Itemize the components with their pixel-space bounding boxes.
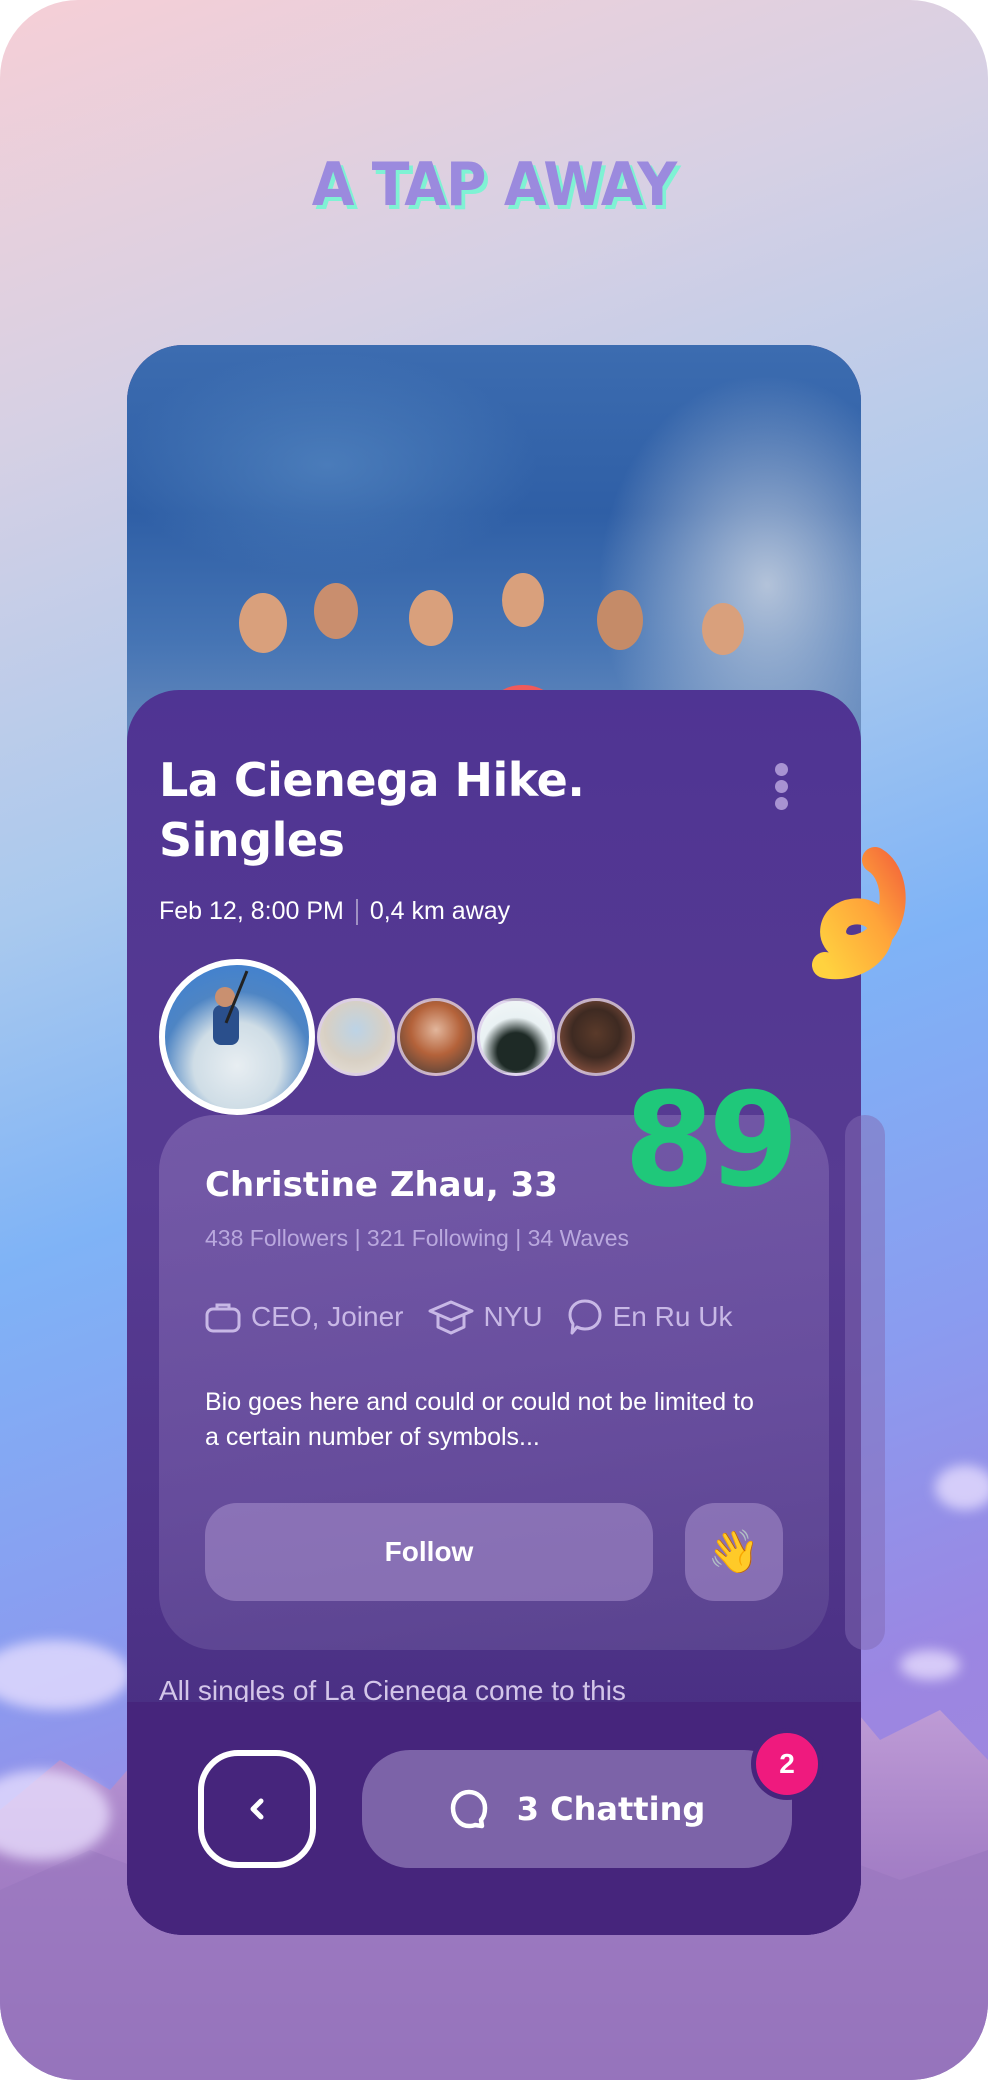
back-button[interactable] — [198, 1750, 316, 1868]
chevron-left-icon — [250, 1798, 264, 1820]
briefcase-icon — [205, 1303, 241, 1333]
event-date-time: Feb 12, 8:00 PM — [159, 897, 344, 925]
tag-education: NYU — [428, 1299, 543, 1335]
profile-name: Christine Zhau, 33 — [205, 1165, 558, 1205]
waving-hand-icon: 👋 — [707, 1527, 761, 1575]
swirl-decoration — [812, 847, 906, 980]
chat-bubble-icon — [450, 1789, 487, 1829]
event-title-line1: La Cienega Hike. — [159, 753, 585, 807]
profile-bio: Bio goes here and could or could not be … — [205, 1388, 754, 1451]
chatting-label: 3 Chatting — [516, 1790, 706, 1828]
tag-occupation: CEO, Joiner — [205, 1301, 404, 1333]
participant-avatar[interactable] — [477, 998, 555, 1076]
event-meta: Feb 12, 8:00 PM 0,4 km away — [159, 897, 510, 926]
graduation-cap-icon — [428, 1300, 473, 1335]
event-distance: 0,4 km away — [369, 897, 511, 925]
more-vertical-icon — [774, 763, 788, 776]
headline: A TAP AWAY — [311, 150, 677, 220]
participant-avatar[interactable] — [397, 998, 475, 1076]
match-score: 89 — [624, 1064, 799, 1216]
event-title: La Cienega Hike. Singles — [159, 750, 679, 870]
wakeboarder — [213, 1005, 239, 1045]
tag-occupation-label: CEO, Joiner — [251, 1301, 404, 1332]
more-options-button[interactable] — [769, 763, 793, 813]
participant-avatar[interactable] — [317, 998, 395, 1076]
more-vertical-icon-dot — [774, 797, 788, 810]
event-title-line2: Singles — [159, 813, 345, 867]
tag-languages: En Ru Uk — [567, 1298, 733, 1336]
profile-tags: CEO, Joiner NYU En Ru Uk — [205, 1298, 732, 1336]
cloud — [935, 1465, 988, 1510]
follow-button[interactable]: Follow — [205, 1503, 653, 1601]
event-content: La Cienega Hike. Singles Feb 12, 8:00 PM… — [127, 345, 885, 1935]
bottom-action-bar: 3 Chatting 2 — [127, 1702, 861, 1935]
featured-participant-avatar[interactable] — [159, 959, 315, 1115]
speech-bubble-icon — [568, 1299, 602, 1335]
participant-avatars — [159, 957, 635, 1117]
tag-education-label: NYU — [483, 1301, 543, 1332]
meta-divider — [355, 898, 358, 925]
profile-stats: 438 Followers | 321 Following | 34 Waves — [205, 1225, 630, 1251]
next-profile-card-peek[interactable] — [845, 1115, 885, 1650]
wave-button[interactable]: 👋 — [685, 1503, 783, 1601]
more-vertical-icon-dot — [774, 780, 788, 793]
cloud — [900, 1650, 960, 1680]
unread-badge: 2 — [751, 1728, 823, 1800]
chatting-button[interactable]: 3 Chatting — [362, 1750, 792, 1868]
phone-frame: A TAP AWAY La Cienega Hike. Singles Feb … — [0, 0, 988, 2080]
tag-languages-label: En Ru Uk — [612, 1301, 733, 1332]
